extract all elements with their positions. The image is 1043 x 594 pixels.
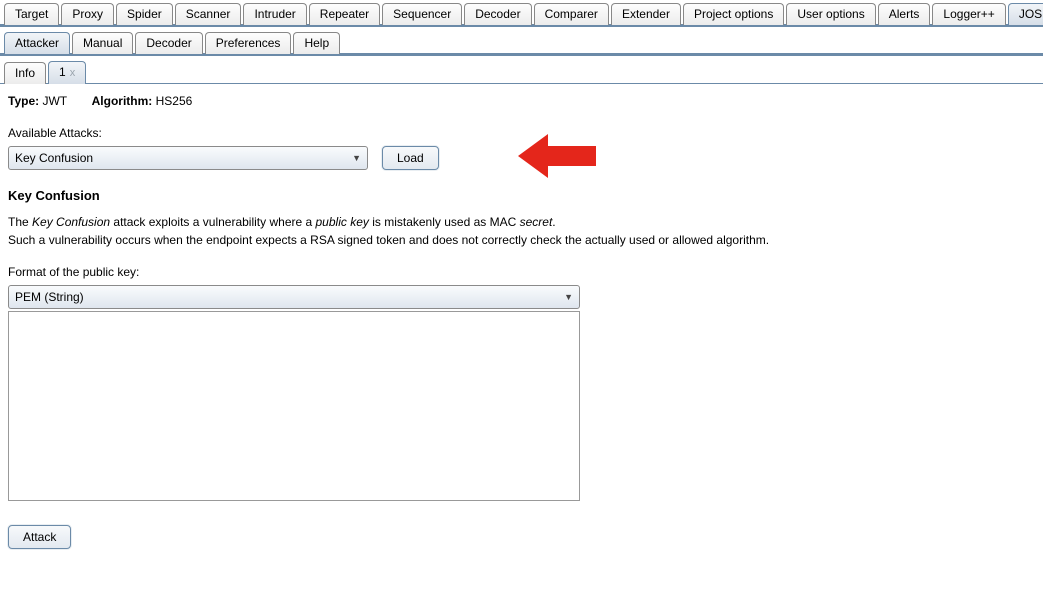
- top-tab-comparer[interactable]: Comparer: [534, 3, 609, 25]
- top-tab-project-options[interactable]: Project options: [683, 3, 784, 25]
- joseph-sub-tab-bar: AttackerManualDecoderPreferencesHelp: [0, 27, 1043, 56]
- attack-description: The Key Confusion attack exploits a vuln…: [8, 213, 1035, 249]
- top-tab-extender[interactable]: Extender: [611, 3, 681, 25]
- top-tab-alerts[interactable]: Alerts: [878, 3, 931, 25]
- top-tab-sequencer[interactable]: Sequencer: [382, 3, 462, 25]
- sub-tab-help[interactable]: Help: [293, 32, 340, 54]
- sub-tab-manual[interactable]: Manual: [72, 32, 133, 54]
- sub-tab-decoder[interactable]: Decoder: [135, 32, 202, 54]
- top-tab-spider[interactable]: Spider: [116, 3, 173, 25]
- load-button[interactable]: Load: [382, 146, 439, 170]
- sub-tab-attacker[interactable]: Attacker: [4, 32, 70, 54]
- algorithm-value: HS256: [156, 94, 193, 108]
- available-attacks-select[interactable]: Key Confusion: [8, 146, 368, 170]
- sub-tab-preferences[interactable]: Preferences: [205, 32, 292, 54]
- public-key-format-select[interactable]: PEM (String): [8, 285, 580, 309]
- top-tab-user-options[interactable]: User options: [786, 3, 875, 25]
- top-tab-target[interactable]: Target: [4, 3, 59, 25]
- type-label: Type:: [8, 94, 39, 108]
- attack-title: Key Confusion: [8, 188, 1035, 203]
- top-tab-joseph[interactable]: JOSEPH: [1008, 3, 1043, 25]
- top-tab-intruder[interactable]: Intruder: [243, 3, 306, 25]
- session-tab-1[interactable]: 1x: [48, 61, 86, 84]
- top-tab-decoder[interactable]: Decoder: [464, 3, 531, 25]
- top-tab-scanner[interactable]: Scanner: [175, 3, 242, 25]
- token-meta-line: Type: JWT Algorithm: HS256: [8, 94, 1035, 108]
- attacker-panel: Type: JWT Algorithm: HS256 Available Att…: [0, 84, 1043, 559]
- algorithm-label: Algorithm:: [92, 94, 153, 108]
- close-icon[interactable]: x: [70, 67, 76, 79]
- top-tab-proxy[interactable]: Proxy: [61, 3, 114, 25]
- session-tab-info[interactable]: Info: [4, 62, 46, 84]
- session-tab-bar: Info1x: [0, 56, 1043, 84]
- attack-button[interactable]: Attack: [8, 525, 71, 549]
- public-key-format-label: Format of the public key:: [8, 265, 1035, 279]
- top-tab-repeater[interactable]: Repeater: [309, 3, 380, 25]
- public-key-input[interactable]: [8, 311, 580, 501]
- top-tab-logger-[interactable]: Logger++: [932, 3, 1005, 25]
- type-value: JWT: [42, 94, 66, 108]
- red-arrow-icon: [518, 128, 598, 184]
- top-tab-bar: TargetProxySpiderScannerIntruderRepeater…: [0, 0, 1043, 27]
